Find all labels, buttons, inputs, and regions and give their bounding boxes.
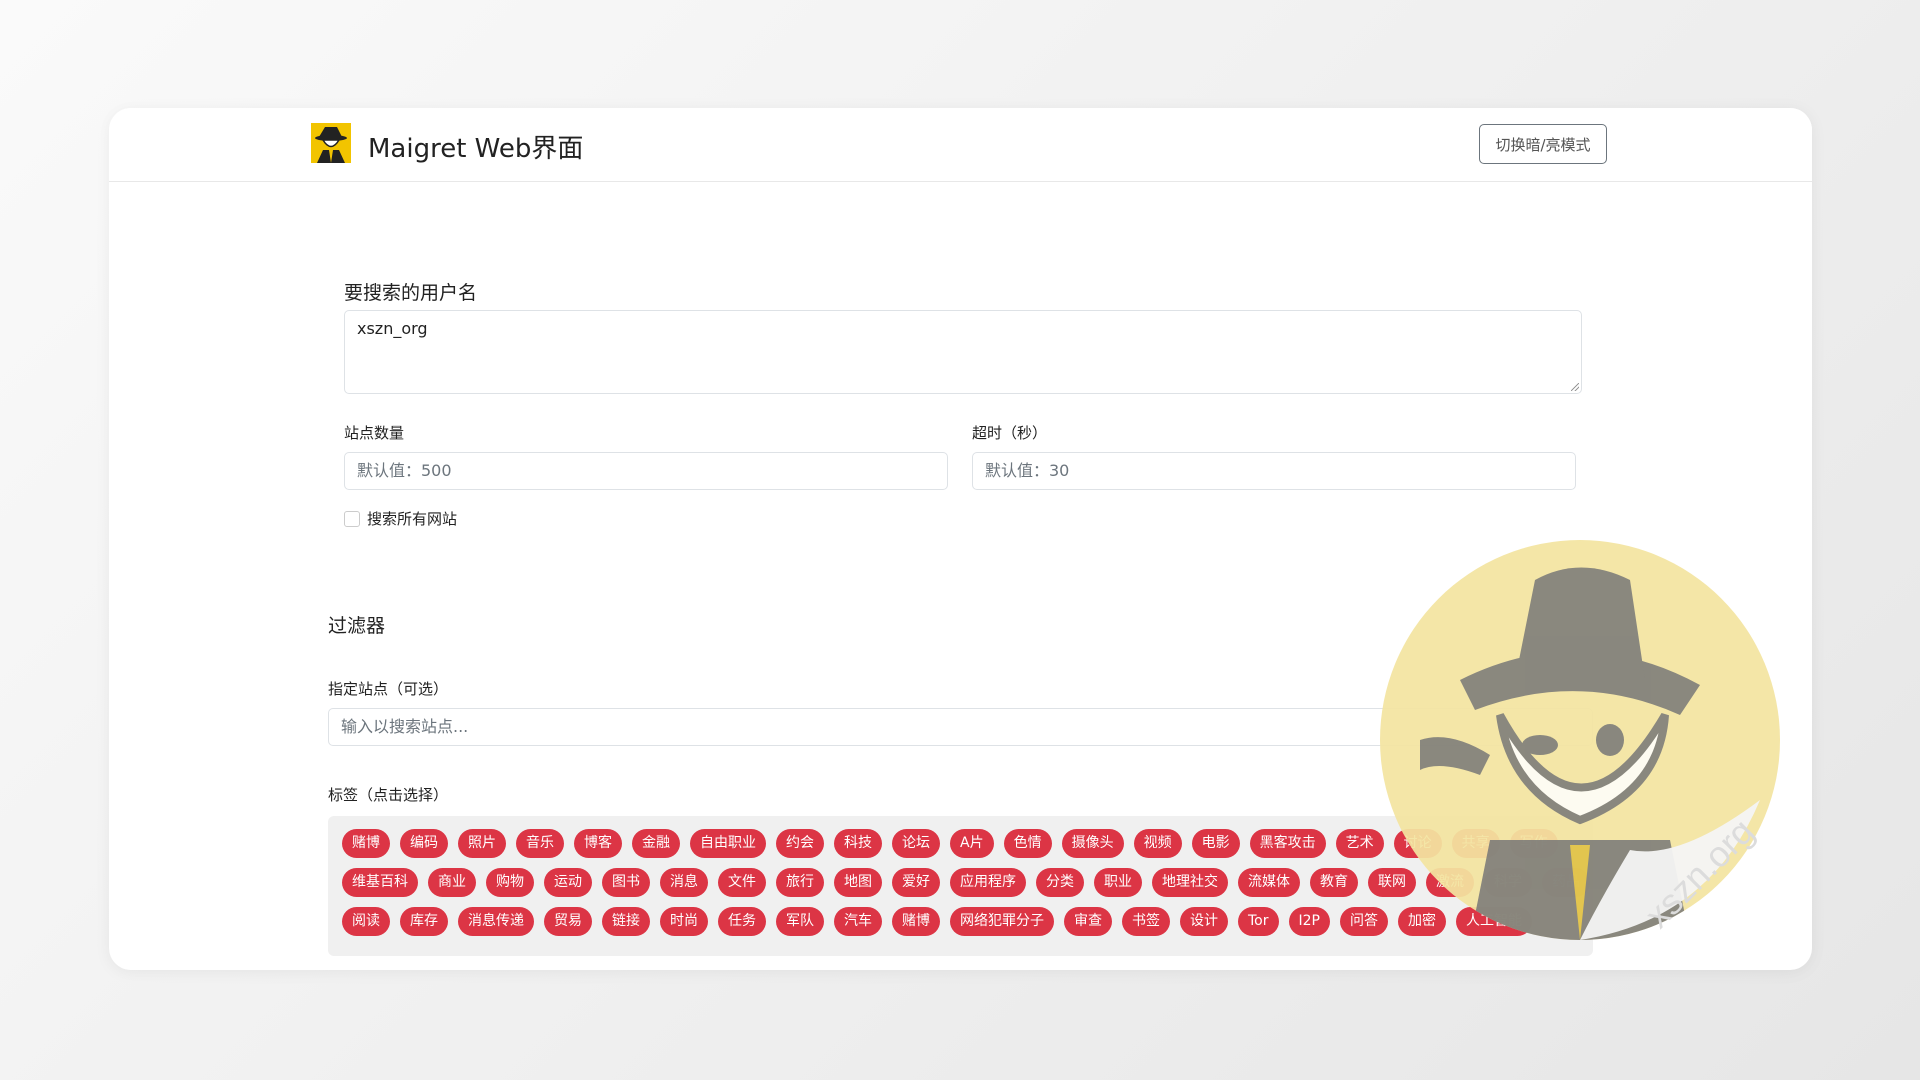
tag-pill[interactable]: 汽车	[834, 907, 882, 936]
tag-pill[interactable]: 色情	[1003, 829, 1052, 858]
tag-pill[interactable]: 设计	[1180, 907, 1228, 936]
tag-pill[interactable]: 阅读	[342, 907, 390, 936]
tag-pill[interactable]: 分类	[1036, 868, 1084, 897]
all-sites-checkbox[interactable]	[344, 511, 360, 527]
sites-count-placeholder: 默认值：500	[357, 461, 452, 480]
sites-count-input[interactable]: 默认值：500	[344, 452, 948, 490]
specific-sites-placeholder: 输入以搜索站点...	[341, 717, 469, 736]
tag-pill[interactable]: 图书	[602, 868, 650, 897]
timeout-label: 超时（秒）	[972, 424, 1048, 442]
timeout-placeholder: 默认值：30	[985, 461, 1070, 480]
navbar: Maigret Web界面 切换暗/亮模式	[109, 108, 1812, 182]
all-sites-label: 搜索所有网站	[367, 510, 458, 528]
tag-pill[interactable]: A片	[950, 829, 994, 858]
tag-pill[interactable]: 编码	[400, 829, 448, 858]
tag-pill[interactable]: 链接	[602, 907, 650, 936]
tag-pill[interactable]: 应用程序	[950, 868, 1026, 897]
tag-pill[interactable]: 消息	[660, 868, 708, 897]
tag-pill[interactable]: 网络犯罪分子	[950, 907, 1054, 936]
username-input[interactable]: xszn_org	[344, 310, 1582, 394]
tag-pill[interactable]: 金融	[632, 829, 680, 858]
tag-pill[interactable]: 教育	[1310, 868, 1358, 897]
tag-pill[interactable]: 运动	[544, 868, 592, 897]
app-title: Maigret Web界面	[368, 134, 584, 164]
tag-pill[interactable]: 书签	[1122, 907, 1170, 936]
tag-pill[interactable]: 博客	[574, 829, 622, 858]
timeout-input[interactable]: 默认值：30	[972, 452, 1576, 490]
tag-pill[interactable]: 自由职业	[690, 829, 766, 858]
resize-handle-icon[interactable]	[1571, 383, 1579, 391]
tag-pill[interactable]: 旅行	[776, 868, 824, 897]
username-value: xszn_org	[357, 319, 428, 338]
tag-row: 阅读 库存 消息传递 贸易 链接 时尚 任务 军队 汽车 赌博 网络犯罪分子 审查 书签 设计 Tor I2P…	[342, 907, 1532, 936]
tag-pill[interactable]: 摄像头	[1061, 829, 1124, 858]
tag-pill[interactable]: 赌博	[342, 829, 390, 858]
tag-pill[interactable]: 地理社交	[1152, 868, 1228, 897]
tag-pill[interactable]: 职业	[1094, 868, 1142, 897]
tag-pill[interactable]: 商业	[428, 868, 476, 897]
theme-toggle-button[interactable]: 切换暗/亮模式	[1479, 124, 1607, 164]
tag-row: 赌博编码照片音乐博客金融自由职业约会科技论坛A片色情摄像头视频电影黑客攻击艺术讨…	[342, 829, 1558, 858]
tag-pill[interactable]: 维基百科	[342, 868, 418, 897]
tag-pill[interactable]: 音乐	[516, 829, 564, 858]
tag-pill[interactable]: 科技	[834, 829, 882, 858]
tag-pill[interactable]: 库存	[400, 907, 448, 936]
tag-pill[interactable]: 购物	[486, 868, 534, 897]
tag-pill[interactable]: 电影	[1191, 829, 1240, 858]
tag-pill[interactable]: 地图	[834, 868, 882, 897]
maigret-logo-icon	[311, 123, 351, 163]
tag-pill[interactable]: 贸易	[544, 907, 592, 936]
tag-pill[interactable]: 审查	[1064, 907, 1112, 936]
specific-sites-label: 指定站点（可选）	[328, 680, 449, 698]
tag-pill[interactable]: 黑客攻击	[1249, 829, 1326, 858]
filters-heading: 过滤器	[328, 615, 386, 637]
tag-pill[interactable]: 艺术	[1335, 829, 1384, 858]
tag-pill[interactable]: 赌博	[892, 907, 940, 936]
username-label: 要搜索的用户名	[344, 282, 478, 304]
tag-pill[interactable]: 时尚	[660, 907, 708, 936]
tags-label: 标签（点击选择）	[328, 786, 449, 804]
sites-count-label: 站点数量	[344, 424, 405, 442]
tag-pill[interactable]: 爱好	[892, 868, 940, 897]
tag-pill[interactable]: 军队	[776, 907, 824, 936]
tag-pill[interactable]: 消息传递	[458, 907, 534, 936]
tag-pill[interactable]: 视频	[1133, 829, 1182, 858]
tag-pill[interactable]: 流媒体	[1238, 868, 1300, 897]
tag-pill[interactable]: 文件	[718, 868, 766, 897]
tag-pill[interactable]: 照片	[458, 829, 506, 858]
tag-pill[interactable]: Tor	[1238, 907, 1279, 936]
tag-pill[interactable]: I2P	[1288, 907, 1330, 936]
tag-pill[interactable]: 约会	[776, 829, 824, 858]
tag-pill[interactable]: 论坛	[892, 829, 940, 858]
tag-pill[interactable]: 任务	[718, 907, 766, 936]
watermark-sticker: xszn.org	[1380, 540, 1780, 940]
